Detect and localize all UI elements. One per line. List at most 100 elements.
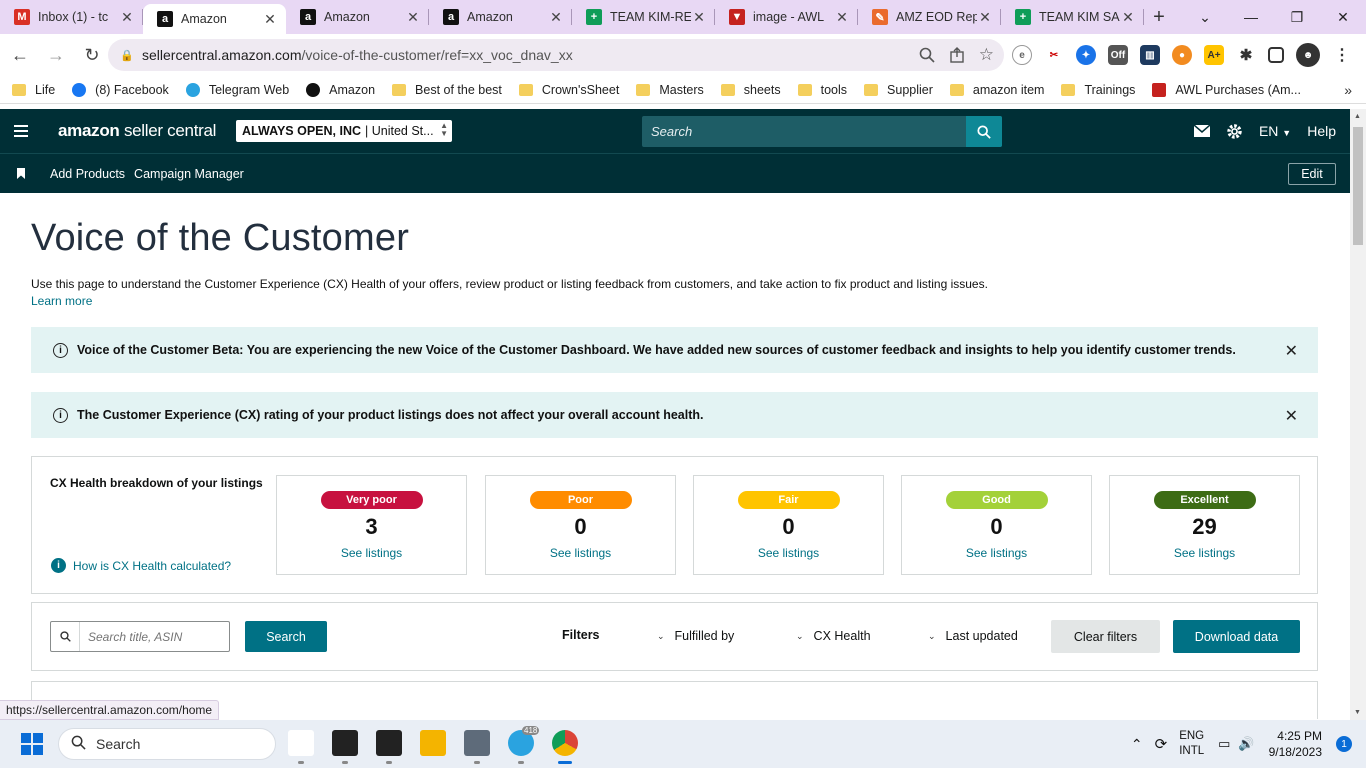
extension-5-icon[interactable]: ▥ [1140,45,1160,65]
hamburger-menu-icon[interactable] [0,125,42,137]
scroll-down-icon[interactable]: ▼ [1354,709,1361,716]
bookmark-item[interactable]: Masters [636,83,704,97]
extension-7-icon[interactable]: A+ [1204,45,1224,65]
calculator-icon[interactable] [464,730,490,756]
search-button[interactable]: Search [245,621,327,652]
browser-tab[interactable]: ✎ AMZ EOD Rep ✕ [858,0,1001,34]
extension-3-icon[interactable]: ✦ [1076,45,1096,65]
browser-tab[interactable]: a Amazon ✕ [143,4,286,34]
notification-badge[interactable]: 1 [1336,736,1352,752]
learn-more-link[interactable]: Learn more [31,294,92,308]
taskbar-search[interactable]: Search [58,728,276,760]
vertical-scrollbar[interactable]: ▲ ▼ [1350,109,1366,720]
back-icon[interactable]: ← [4,39,36,71]
download-data-button[interactable]: Download data [1173,620,1300,653]
bookmark-item[interactable]: Life [12,83,55,97]
bookmark-item[interactable]: tools [797,83,847,97]
close-tab-icon[interactable]: ✕ [262,11,278,28]
bookmark-item[interactable]: Telegram Web [185,82,289,97]
see-listings-link[interactable]: See listings [758,546,819,560]
browser-tab[interactable]: + TEAM KIM-RE ✕ [572,0,715,34]
zoom-icon[interactable] [919,47,935,63]
close-tab-icon[interactable]: ✕ [548,9,564,26]
close-icon[interactable]: ✕ [1285,406,1298,426]
bookmark-item[interactable]: AWL Purchases (Am... [1152,82,1301,97]
header-search-input[interactable]: Search [642,124,966,139]
nav-campaign-manager[interactable]: Campaign Manager [134,167,244,181]
lock-icon[interactable]: 🔒 [120,49,134,62]
file-explorer-icon[interactable] [420,730,446,756]
close-icon[interactable]: ✕ [1285,341,1298,361]
see-listings-link[interactable]: See listings [1174,546,1235,560]
cx-health-help-link[interactable]: i How is CX Health calculated? [51,558,231,573]
restore-icon[interactable]: ❐ [1274,0,1320,34]
browser-tab[interactable]: M Inbox (1) - tc ✕ [0,0,143,34]
minimize-icon[interactable]: — [1228,0,1274,34]
scroll-up-icon[interactable]: ▲ [1354,113,1361,120]
see-listings-link[interactable]: See listings [966,546,1027,560]
new-tab-icon[interactable]: + [1144,6,1174,29]
close-tab-icon[interactable]: ✕ [977,9,993,26]
forward-icon[interactable]: → [40,39,72,71]
see-listings-link[interactable]: See listings [550,546,611,560]
input-language[interactable]: ENG INTL [1179,729,1204,759]
clock[interactable]: 4:25 PM 9/18/2023 [1269,728,1322,760]
chrome-icon[interactable] [552,730,578,756]
see-listings-link[interactable]: See listings [341,546,402,560]
star-bookmark-icon[interactable]: ☆ [979,45,994,65]
bookmark-item[interactable]: (8) Facebook [72,82,169,97]
last-updated-dropdown[interactable]: ⌄ Last updated [928,629,1018,643]
sync-icon[interactable]: ⟳ [1155,735,1168,753]
edit-nav-button[interactable]: Edit [1288,163,1336,185]
account-switcher[interactable]: ALWAYS OPEN, INC | United St... ▲ ▼ [236,120,452,142]
scrollbar-thumb[interactable] [1353,127,1363,245]
header-search[interactable]: Search [642,116,1002,147]
browser-tab[interactable]: a Amazon ✕ [286,0,429,34]
chevron-up-icon[interactable]: ⌃ [1131,736,1143,753]
mail-icon[interactable] [1193,125,1210,137]
tab-search-icon[interactable]: ⌄ [1182,0,1228,34]
taskbar-app-1-icon[interactable] [288,730,314,756]
bookmark-item[interactable]: Crown'sSheet [518,83,619,97]
share-icon[interactable] [949,47,965,63]
close-tab-icon[interactable]: ✕ [405,9,421,26]
extension-6-icon[interactable]: ● [1172,45,1192,65]
taskbar-app-3-icon[interactable] [376,730,402,756]
extension-4-icon[interactable]: Off [1108,45,1128,65]
seller-central-logo[interactable]: amazon seller central [58,121,216,141]
profile-avatar[interactable]: ☻ [1296,43,1320,67]
bookmark-item[interactable]: Trainings [1061,83,1135,97]
language-selector[interactable]: EN ▼ [1259,123,1291,139]
telegram-icon[interactable]: 418 [508,726,540,756]
browser-tab[interactable]: ▼ image - AWL ✕ [715,0,858,34]
bookmark-item[interactable]: sheets [720,83,781,97]
network-icon[interactable]: ▭ [1218,736,1230,752]
close-tab-icon[interactable]: ✕ [691,9,707,26]
browser-tab[interactable]: + TEAM KIM SA ✕ [1001,0,1144,34]
sidebar-icon[interactable] [1268,47,1284,63]
bookmark-item[interactable]: Supplier [864,83,933,97]
fulfilled-by-dropdown[interactable]: ⌄ Fulfilled by [657,629,734,643]
volume-icon[interactable]: 🔊 [1238,736,1254,752]
cx-health-dropdown[interactable]: ⌄ CX Health [796,629,871,643]
address-bar[interactable]: 🔒 sellercentral.amazon.com/voice-of-the-… [108,39,1004,71]
bookmarks-overflow-icon[interactable]: » [1344,82,1352,98]
bookmark-icon[interactable] [0,168,42,179]
puzzle-icon[interactable]: ✱ [1236,45,1256,65]
menu-dots-icon[interactable]: ⋮ [1332,45,1352,65]
taskbar-app-2-icon[interactable] [332,730,358,756]
help-link[interactable]: Help [1307,123,1336,139]
close-tab-icon[interactable]: ✕ [119,9,135,26]
bookmark-item[interactable]: amazon item [949,83,1044,97]
nav-add-products[interactable]: Add Products [50,167,125,181]
close-tab-icon[interactable]: ✕ [1120,9,1136,26]
reload-icon[interactable]: ↻ [76,39,108,71]
clear-filters-button[interactable]: Clear filters [1051,620,1160,653]
search-icon[interactable] [966,116,1002,147]
close-window-icon[interactable]: ✕ [1320,0,1366,34]
extension-1-icon[interactable]: e [1012,45,1032,65]
close-tab-icon[interactable]: ✕ [834,9,850,26]
search-input[interactable] [80,629,220,644]
gear-icon[interactable] [1226,123,1243,140]
browser-tab[interactable]: a Amazon ✕ [429,0,572,34]
